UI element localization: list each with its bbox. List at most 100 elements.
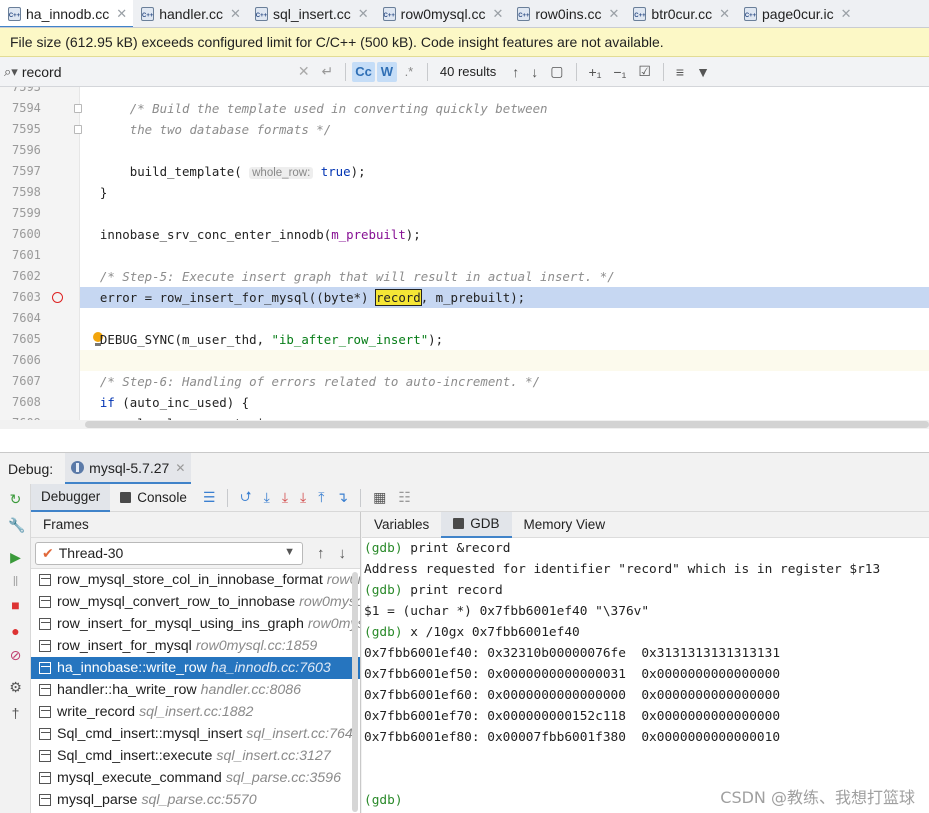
tab-variables[interactable]: Variables <box>362 512 441 538</box>
code-line[interactable]: 7605 DEBUG_SYNC(m_user_thd, "ib_after_ro… <box>0 329 929 350</box>
cpp-file-icon: C++ <box>8 7 21 21</box>
words-toggle[interactable]: W <box>376 61 397 82</box>
run-to-cursor-icon[interactable]: ↴ <box>336 489 348 506</box>
pause-icon[interactable]: ‖ <box>8 574 23 589</box>
trace-icon[interactable]: ☷ <box>398 489 411 506</box>
horizontal-scrollbar[interactable] <box>0 420 929 429</box>
code-line[interactable]: 7600 innobase_srv_conc_enter_innodb(m_pr… <box>0 224 929 245</box>
close-tab-icon[interactable]: ✕ <box>719 6 730 22</box>
gdb-tab-label: Variables <box>374 517 430 532</box>
show-execution-point-icon[interactable]: ⮍ <box>240 486 251 510</box>
regex-toggle[interactable]: .* <box>399 62 419 82</box>
stack-frame[interactable]: row_insert_for_mysql_using_ins_graph row0… <box>31 613 360 635</box>
editor-tab[interactable]: C++ sql_insert.cc ✕ <box>247 0 375 27</box>
next-frame-icon[interactable]: ↓ <box>339 545 347 562</box>
new-line-icon[interactable]: ↵ <box>322 63 334 80</box>
add-occurrence-icon[interactable]: +₁ <box>589 64 602 80</box>
close-tab-icon[interactable]: ✕ <box>358 6 369 22</box>
editor-tab[interactable]: C++ row0mysql.cc ✕ <box>375 0 510 27</box>
fold-marker-icon[interactable] <box>74 125 82 134</box>
step-over-icon[interactable]: ⤓ <box>264 489 270 506</box>
layout-menu-icon[interactable]: ☰ <box>203 489 216 506</box>
gdb-console-output[interactable]: (gdb) print &record Address requested for… <box>362 538 929 811</box>
stack-frame[interactable]: Sql_cmd_insert::execute sql_insert.cc:312… <box>31 745 360 767</box>
breakpoint-icon[interactable] <box>52 292 63 303</box>
tab-console[interactable]: Console <box>110 484 197 512</box>
editor-tab[interactable]: C++ ha_innodb.cc ✕ <box>0 0 134 27</box>
code-line[interactable]: 7603 error = row_insert_for_mysql((byte*… <box>0 287 929 308</box>
filter-icon[interactable]: ▼ <box>696 64 710 80</box>
search-icon[interactable]: ⌕▾ <box>4 64 18 80</box>
editor-tab[interactable]: C++ btr0cur.cc ✕ <box>625 0 736 27</box>
previous-occurrence-icon[interactable]: ↑ <box>512 64 519 80</box>
stack-frame[interactable]: ha_innobase::write_row ha_innodb.cc:7603 <box>31 657 360 679</box>
step-out-icon[interactable]: ⤒ <box>318 489 324 506</box>
code-text: error = row_insert_for_mysql((byte*) rec… <box>85 289 526 306</box>
code-line[interactable]: 7602 /* Step-5: Execute insert graph tha… <box>0 266 929 287</box>
fold-marker-icon[interactable] <box>74 104 82 113</box>
close-tab-icon[interactable]: ✕ <box>609 6 620 22</box>
gdb-output-line: (gdb) x /10gx 0x7fbb6001ef40 <box>362 622 929 643</box>
code-line[interactable]: 7594 /* Build the template used in conve… <box>0 98 929 119</box>
debug-panel: Debug: mysql-5.7.27 ✕ ↻ 🔧 ▶ ‖ ■ ● ⊘ ⚙ † … <box>0 452 929 813</box>
line-number: 7598 <box>12 185 41 199</box>
editor-tab[interactable]: C++ row0ins.cc ✕ <box>509 0 625 27</box>
close-tab-icon[interactable]: ✕ <box>492 6 503 22</box>
tab-debugger[interactable]: Debugger <box>31 483 111 512</box>
search-input[interactable] <box>21 63 292 80</box>
settings-wrench-icon[interactable]: 🔧 <box>8 518 25 533</box>
tab-gdb[interactable]: GDB <box>441 512 512 538</box>
stack-frame[interactable]: Sql_cmd_insert::mysql_insert sql_insert.c… <box>31 723 360 745</box>
code-editor[interactable]: 7593 7594 /* Build the template used in c… <box>0 87 929 429</box>
code-line[interactable]: 7597 build_template( whole_row: true); <box>0 161 929 182</box>
editor-tab[interactable]: C++ handler.cc ✕ <box>133 0 247 27</box>
code-line[interactable]: 7598 } <box>0 182 929 203</box>
code-line[interactable]: 7596 <box>0 140 929 161</box>
thread-select[interactable]: ✔ Thread-30 ▼ <box>35 541 303 565</box>
view-breakpoints-icon[interactable]: ● <box>8 624 23 639</box>
select-occurrences-icon[interactable]: ☑ <box>638 63 651 80</box>
next-occurrence-icon[interactable]: ↓ <box>531 64 538 80</box>
stack-frame[interactable]: write_record sql_insert.cc:1882 <box>31 701 360 723</box>
settings-icon[interactable]: ⚙ <box>8 680 23 695</box>
close-tab-icon[interactable]: ✕ <box>116 6 127 22</box>
force-step-into-icon[interactable]: ⤓ <box>300 489 306 506</box>
debug-session-tab[interactable]: mysql-5.7.27 ✕ <box>65 453 192 484</box>
pin-icon[interactable]: † <box>8 706 23 721</box>
stack-frame[interactable]: row_insert_for_mysql row0mysql.cc:1859 <box>31 635 360 657</box>
frames-scrollbar[interactable] <box>352 572 358 812</box>
resume-icon[interactable]: ▶ <box>8 550 23 565</box>
step-into-icon[interactable]: ⤓ <box>282 489 288 506</box>
mute-breakpoints-icon[interactable]: ⊘ <box>8 648 23 663</box>
close-icon[interactable]: ✕ <box>175 461 185 475</box>
stop-icon[interactable]: ■ <box>8 598 23 613</box>
code-line[interactable]: 7608 if (auto_inc_used) { <box>0 392 929 413</box>
frame-function: Sql_cmd_insert::execute <box>57 748 213 764</box>
code-line[interactable]: 7601 <box>0 245 929 266</box>
code-line[interactable]: 7599 <box>0 203 929 224</box>
filter-options-icon[interactable]: ≡ <box>676 64 684 80</box>
stack-frame[interactable]: handler::ha_write_row handler.cc:8086 <box>31 679 360 701</box>
close-tab-icon[interactable]: ✕ <box>841 6 852 22</box>
tab-memory-view[interactable]: Memory View <box>512 512 618 538</box>
editor-tab[interactable]: C++ page0cur.ic ✕ <box>736 0 858 27</box>
code-line[interactable]: 7595 the two database formats */ <box>0 119 929 140</box>
gdb-text: 0x7fbb6001ef70: 0x000000000152c118 0x000… <box>364 709 781 724</box>
evaluate-expression-icon[interactable]: ▦ <box>373 489 386 506</box>
stack-frame[interactable]: row_mysql_store_col_in_innobase_format ro… <box>31 569 360 591</box>
previous-frame-icon[interactable]: ↑ <box>317 545 325 562</box>
match-case-toggle[interactable]: Cc <box>352 61 375 82</box>
select-all-occurrences-icon[interactable]: ▢ <box>550 63 563 80</box>
remove-occurrence-icon[interactable]: −₁ <box>613 64 626 80</box>
clear-search-icon[interactable]: ✕ <box>298 63 310 80</box>
code-line[interactable]: 7606 <box>0 350 929 371</box>
console-icon <box>453 518 465 529</box>
rerun-icon[interactable]: ↻ <box>8 492 23 507</box>
code-line[interactable]: 7607 /* Step-6: Handling of errors relat… <box>0 371 929 392</box>
code-line[interactable]: 7604 <box>0 308 929 329</box>
stack-frame[interactable]: row_mysql_convert_row_to_innobase row0mys… <box>31 591 360 613</box>
code-line[interactable]: 7593 <box>0 87 929 98</box>
stack-frame[interactable]: mysql_parse sql_parse.cc:5570 <box>31 789 360 811</box>
close-tab-icon[interactable]: ✕ <box>230 6 241 22</box>
stack-frame[interactable]: mysql_execute_command sql_parse.cc:3596 <box>31 767 360 789</box>
